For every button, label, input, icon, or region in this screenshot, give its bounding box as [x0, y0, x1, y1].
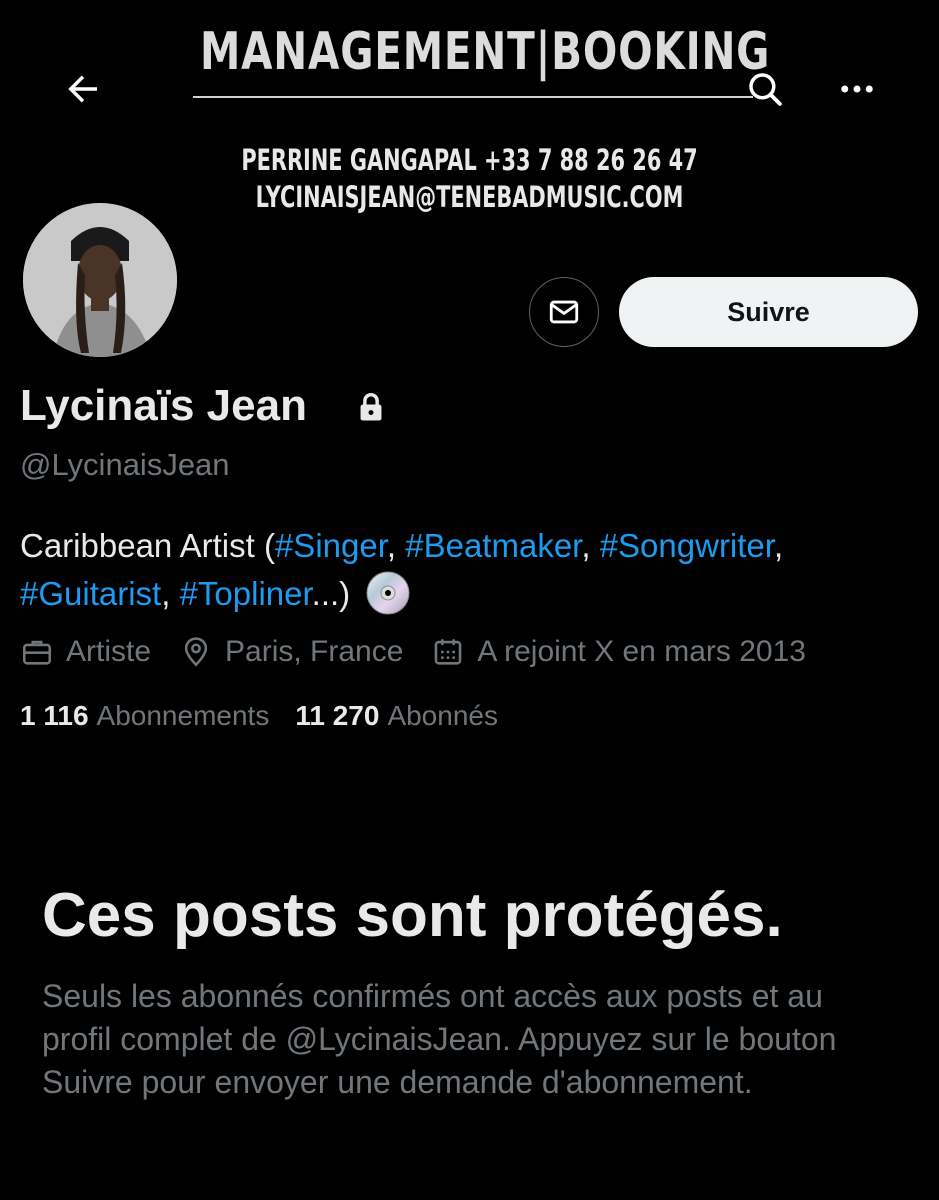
search-icon [749, 73, 782, 106]
followers-label: Abonnés [387, 700, 498, 731]
bio-separator: , [161, 575, 180, 612]
joined-label: A rejoint X en mars 2013 [477, 635, 806, 668]
hashtag-link[interactable]: #Songwriter [600, 527, 774, 564]
followers-link[interactable]: 11 270 Abonnés [295, 700, 498, 732]
banner-underline [193, 96, 753, 98]
following-link[interactable]: 1 116 Abonnements [20, 700, 269, 732]
followers-count: 11 270 [295, 700, 380, 731]
hashtag-link[interactable]: #Guitarist [20, 575, 161, 612]
bio: Caribbean Artist (#Singer, #Beatmaker, #… [20, 522, 920, 618]
protected-title: Ces posts sont protégés. [42, 881, 783, 950]
calendar-icon [435, 639, 462, 665]
cd-icon [366, 571, 410, 615]
meta-joined: A rejoint X en mars 2013 [431, 635, 806, 669]
banner-title: MANAGEMENT|BOOKING [200, 22, 771, 82]
hashtag-link[interactable]: #Topliner [180, 575, 312, 612]
protected-description: Seuls les abonnés confirmés ont accès au… [42, 978, 837, 1100]
briefcase-icon [22, 640, 52, 665]
banner-contact-email: LYCINAISJEAN@TENEBADMUSIC.COM [255, 180, 684, 214]
more-horizontal-icon [841, 85, 873, 93]
more-button[interactable] [836, 68, 878, 110]
meta-category: Artiste [20, 635, 151, 669]
lock-icon [360, 392, 382, 421]
arrow-left-icon [68, 75, 97, 103]
bio-separator: , [386, 527, 406, 564]
bio-prefix: Caribbean Artist ( [20, 527, 275, 564]
banner-contact-phone: PERRINE GANGAPAL +33 7 88 26 26 47 [241, 143, 698, 177]
location-pin-icon [184, 637, 208, 667]
profile-banner[interactable]: MANAGEMENT|BOOKING PERRINE GANGAPAL +33 … [0, 0, 939, 245]
category-label: Artiste [66, 635, 152, 668]
message-button[interactable] [529, 277, 599, 347]
search-button[interactable] [744, 68, 786, 110]
avatar[interactable] [20, 200, 180, 360]
envelope-icon [549, 300, 579, 324]
avatar-portrait [23, 203, 177, 357]
bio-separator: , [581, 527, 600, 564]
bio-ellipsis: ...) [311, 575, 351, 612]
meta-location: Paris, France [179, 635, 403, 669]
hashtag-link[interactable]: #Beatmaker [405, 527, 581, 564]
following-label: Abonnements [96, 700, 270, 731]
hashtag-link[interactable]: #Singer [275, 527, 387, 564]
display-name: Lycinaïs Jean [20, 381, 307, 430]
location-label: Paris, France [225, 635, 404, 668]
follow-counts: 1 116 Abonnements 11 270 Abonnés [20, 700, 524, 732]
bio-separator: , [773, 527, 784, 564]
following-count: 1 116 [20, 700, 89, 731]
follow-button[interactable]: Suivre [619, 277, 918, 347]
handle: @LycinaisJean [20, 447, 230, 482]
back-button[interactable] [62, 68, 104, 110]
profile-meta: Artiste Paris, France A rejoint X en mar… [20, 632, 834, 672]
